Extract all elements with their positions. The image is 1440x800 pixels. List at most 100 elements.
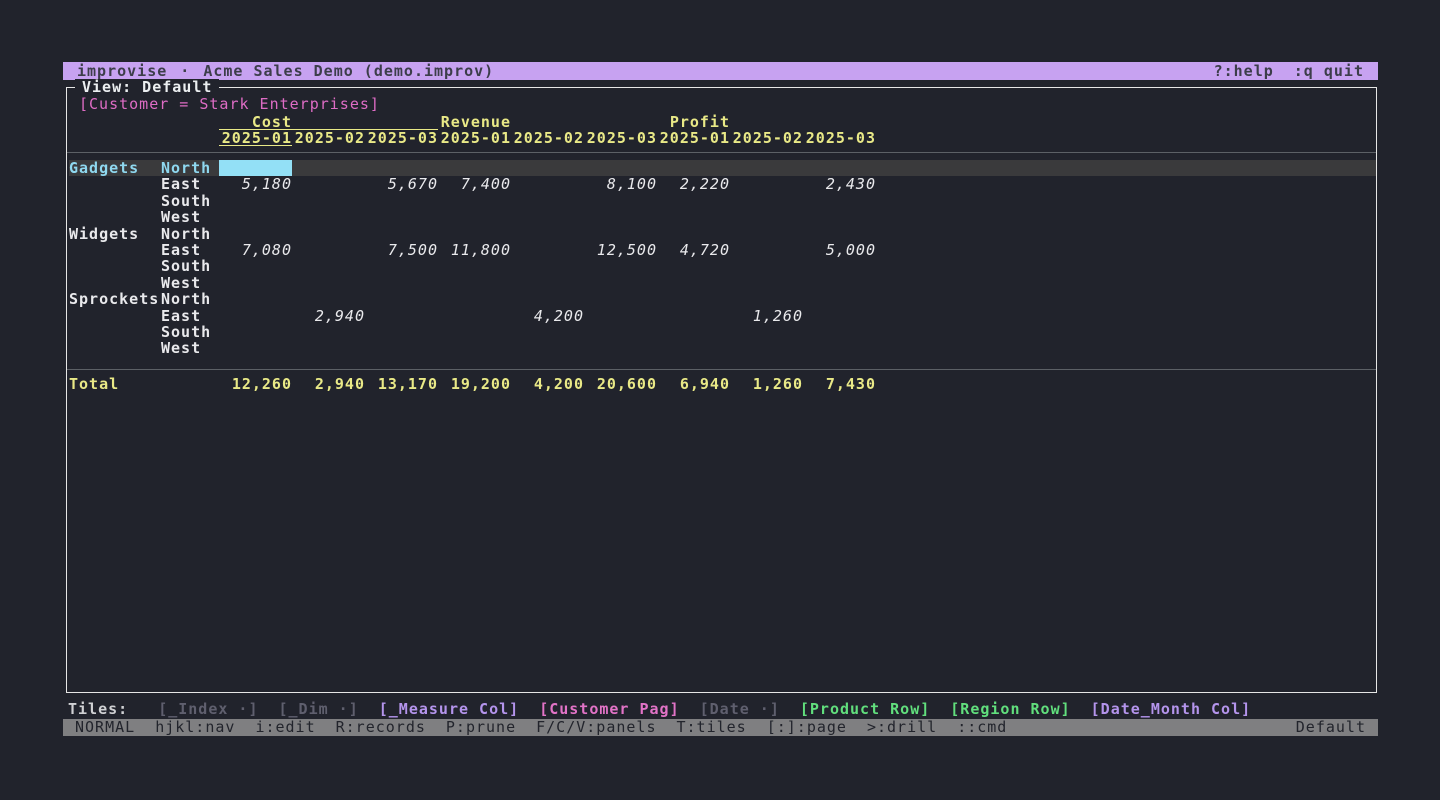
pivot-cell[interactable] [803,324,876,340]
pivot-cell[interactable] [511,160,584,176]
pivot-cell[interactable] [292,291,365,307]
pivot-cell[interactable]: 5,180 [219,176,292,192]
pivot-cell[interactable] [365,160,438,176]
tile-date[interactable]: [Date ·] [700,701,780,718]
tile-index[interactable]: [_Index ·] [158,701,258,718]
month-col-header[interactable]: 2025-02 [292,130,365,146]
pivot-row[interactable]: West [69,275,1376,291]
pivot-row[interactable]: East7,0807,50011,80012,5004,7205,000 [69,242,1376,258]
pivot-cell[interactable] [803,226,876,242]
pivot-cell[interactable] [584,209,657,225]
pivot-cell[interactable] [219,193,292,209]
pivot-cell[interactable] [365,275,438,291]
pivot-cell[interactable]: 2,220 [657,176,730,192]
pivot-cell[interactable] [365,324,438,340]
month-col-header[interactable]: 2025-03 [365,130,438,146]
measure-group-revenue[interactable]: Revenue [438,114,657,130]
pivot-cell[interactable] [730,160,803,176]
filter-badge[interactable]: [Customer = Stark Enterprises] [79,96,1376,112]
pivot-row[interactable]: South [69,193,1376,209]
pivot-cell[interactable] [584,258,657,274]
pivot-cell[interactable]: 5,000 [803,242,876,258]
pivot-cell[interactable]: 2,940 [292,308,365,324]
pivot-cell[interactable] [219,226,292,242]
pivot-cell[interactable] [292,193,365,209]
pivot-cell[interactable] [365,209,438,225]
pivot-cell[interactable] [438,193,511,209]
pivot-cell[interactable] [511,176,584,192]
pivot-cell[interactable] [584,340,657,356]
pivot-cell[interactable] [219,291,292,307]
pivot-cell[interactable] [219,275,292,291]
pivot-cell[interactable] [657,258,730,274]
pivot-cell[interactable] [730,324,803,340]
pivot-cell[interactable] [730,275,803,291]
pivot-cell[interactable]: 2,430 [803,176,876,192]
month-col-header[interactable]: 2025-02 [511,130,584,146]
month-col-header[interactable]: 2025-01 [657,130,730,146]
measure-group-profit[interactable]: Profit [657,114,876,130]
month-col-header[interactable]: 2025-03 [803,130,876,146]
cursor-cell[interactable] [219,160,292,176]
pivot-cell[interactable] [438,160,511,176]
pivot-row[interactable]: WidgetsNorth [69,226,1376,242]
pivot-cell[interactable] [292,226,365,242]
pivot-cell[interactable] [292,258,365,274]
pivot-cell[interactable] [730,242,803,258]
pivot-cell[interactable] [292,242,365,258]
pivot-cell[interactable] [803,160,876,176]
pivot-cell[interactable] [657,324,730,340]
pivot-cell[interactable] [803,258,876,274]
tile-customerpag[interactable]: [Customer Pag] [539,701,679,718]
pivot-cell[interactable] [365,193,438,209]
pivot-cell[interactable] [730,291,803,307]
tile-productrow[interactable]: [Product Row] [800,701,930,718]
pivot-row[interactable]: South [69,324,1376,340]
pivot-cell[interactable] [438,340,511,356]
pivot-cell[interactable] [438,226,511,242]
pivot-cell[interactable] [657,291,730,307]
pivot-cell[interactable]: 11,800 [438,242,511,258]
pivot-cell[interactable] [730,193,803,209]
measure-group-cost[interactable]: Cost [219,114,438,130]
pivot-row[interactable]: West [69,209,1376,225]
pivot-cell[interactable] [438,258,511,274]
pivot-cell[interactable] [292,340,365,356]
pivot-cell[interactable] [584,324,657,340]
tile-dim[interactable]: [_Dim ·] [279,701,359,718]
pivot-cell[interactable]: 4,200 [511,308,584,324]
pivot-cell[interactable]: 8,100 [584,176,657,192]
pivot-cell[interactable] [292,275,365,291]
pivot-cell[interactable]: 1,260 [730,308,803,324]
pivot-cell[interactable] [730,258,803,274]
pivot-cell[interactable]: 7,400 [438,176,511,192]
pivot-cell[interactable] [657,193,730,209]
pivot-cell[interactable] [803,275,876,291]
pivot-row[interactable]: SprocketsNorth [69,291,1376,307]
tile-regionrow[interactable]: [Region Row] [950,701,1070,718]
pivot-cell[interactable] [438,275,511,291]
pivot-cell[interactable] [803,308,876,324]
pivot-cell[interactable] [219,324,292,340]
pivot-row[interactable]: West [69,340,1376,356]
month-col-header[interactable]: 2025-01 [219,130,292,146]
pivot-cell[interactable]: 4,720 [657,242,730,258]
pivot-cell[interactable] [292,209,365,225]
pivot-cell[interactable] [365,258,438,274]
pivot-cell[interactable] [511,291,584,307]
month-col-header[interactable]: 2025-03 [584,130,657,146]
pivot-cell[interactable] [292,176,365,192]
pivot-cell[interactable] [219,340,292,356]
pivot-cell[interactable] [730,176,803,192]
pivot-cell[interactable] [365,340,438,356]
tile-measurecol[interactable]: [_Measure Col] [379,701,519,718]
pivot-cell[interactable] [511,324,584,340]
pivot-cell[interactable] [365,308,438,324]
pivot-cell[interactable] [219,308,292,324]
pivot-cell[interactable] [511,275,584,291]
pivot-cell[interactable] [584,226,657,242]
pivot-cell[interactable] [803,291,876,307]
pivot-cell[interactable]: 12,500 [584,242,657,258]
pivot-cell[interactable] [584,291,657,307]
pivot-cell[interactable] [803,193,876,209]
